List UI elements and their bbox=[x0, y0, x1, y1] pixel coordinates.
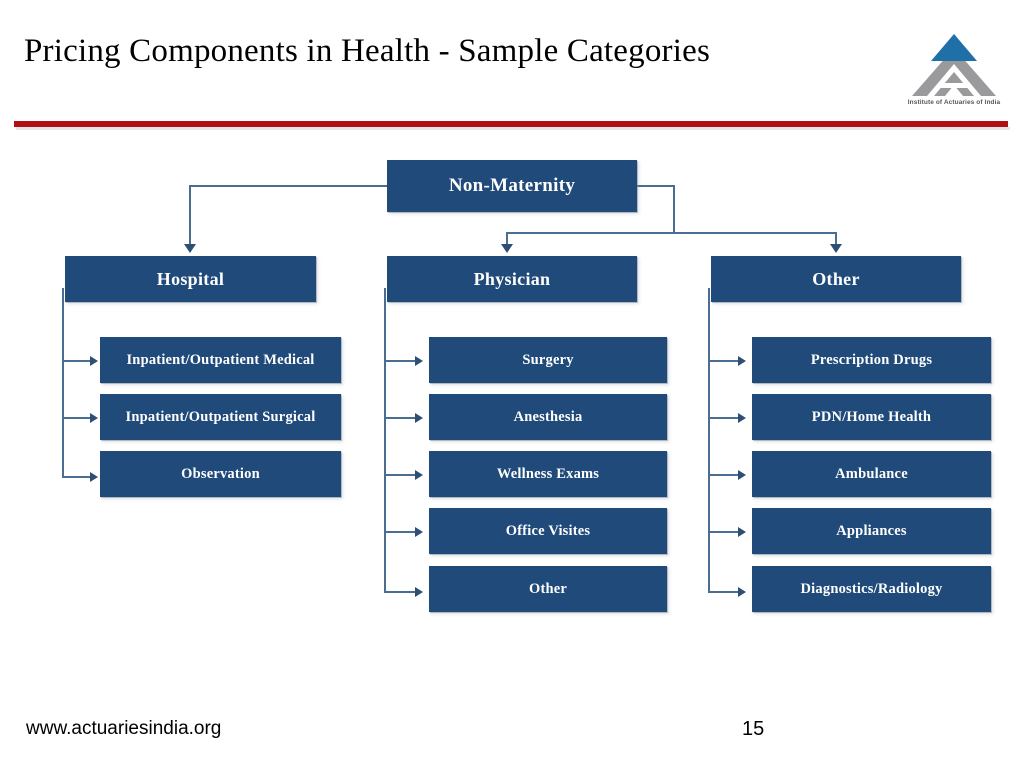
arrow-physician-child-1 bbox=[415, 356, 423, 366]
node-appliances[interactable]: Appliances bbox=[752, 508, 991, 554]
node-label: Surgery bbox=[522, 352, 574, 368]
node-surgery[interactable]: Surgery bbox=[429, 337, 667, 383]
page-title: Pricing Components in Health - Sample Ca… bbox=[24, 33, 710, 69]
footer-page-number: 15 bbox=[742, 718, 765, 740]
connector-root-right-drop bbox=[673, 185, 675, 233]
node-wellness-exams[interactable]: Wellness Exams bbox=[429, 451, 667, 497]
connector-root-to-hospital-vertical bbox=[189, 185, 191, 245]
connector-other-child-5 bbox=[708, 591, 740, 593]
arrow-physician-child-5 bbox=[415, 587, 423, 597]
node-label: Inpatient/Outpatient Medical bbox=[126, 352, 315, 368]
connector-physician-child-4 bbox=[384, 531, 417, 533]
arrow-hospital-child-3 bbox=[90, 472, 98, 482]
logo-triangle-icon bbox=[912, 34, 996, 96]
arrow-hospital-child-1 bbox=[90, 356, 98, 366]
arrow-other-child-4 bbox=[738, 527, 746, 537]
slide-canvas: Pricing Components in Health - Sample Ca… bbox=[0, 0, 1024, 768]
node-label: Office Visites bbox=[505, 523, 591, 539]
node-label: Appliances bbox=[836, 523, 907, 539]
node-label: Inpatient/Outpatient Surgical bbox=[125, 409, 316, 425]
node-physician-other[interactable]: Other bbox=[429, 566, 667, 612]
connector-root-right-stub bbox=[635, 185, 675, 187]
connector-other-spine bbox=[708, 288, 710, 593]
node-inpatient-outpatient-medical[interactable]: Inpatient/Outpatient Medical bbox=[100, 337, 341, 383]
node-ambulance[interactable]: Ambulance bbox=[752, 451, 991, 497]
connector-hospital-child-3 bbox=[62, 476, 92, 478]
node-label: Wellness Exams bbox=[496, 466, 600, 482]
node-label: PDN/Home Health bbox=[811, 409, 932, 425]
node-inpatient-outpatient-surgical[interactable]: Inpatient/Outpatient Surgical bbox=[100, 394, 341, 440]
node-anesthesia[interactable]: Anesthesia bbox=[429, 394, 667, 440]
arrow-root-to-physician bbox=[501, 244, 513, 253]
node-label: Ambulance bbox=[835, 466, 908, 482]
arrow-other-child-5 bbox=[738, 587, 746, 597]
connector-bus-horizontal bbox=[506, 232, 836, 234]
node-label: Prescription Drugs bbox=[810, 352, 933, 368]
node-non-maternity[interactable]: Non-Maternity bbox=[387, 160, 637, 212]
arrow-physician-child-3 bbox=[415, 470, 423, 480]
connector-physician-spine bbox=[384, 288, 386, 593]
connector-other-child-3 bbox=[708, 474, 740, 476]
arrow-root-to-other bbox=[830, 244, 842, 253]
node-observation[interactable]: Observation bbox=[100, 451, 341, 497]
title-accent-rule bbox=[14, 121, 1008, 127]
node-office-visites[interactable]: Office Visites bbox=[429, 508, 667, 554]
node-other[interactable]: Other bbox=[711, 256, 961, 302]
node-diagnostics-radiology[interactable]: Diagnostics/Radiology bbox=[752, 566, 991, 612]
node-label: Anesthesia bbox=[513, 409, 583, 425]
logo-caption: Institute of Actuaries of India bbox=[907, 99, 1001, 106]
node-prescription-drugs[interactable]: Prescription Drugs bbox=[752, 337, 991, 383]
arrow-physician-child-2 bbox=[415, 413, 423, 423]
node-pdn-home-health[interactable]: PDN/Home Health bbox=[752, 394, 991, 440]
arrow-other-child-3 bbox=[738, 470, 746, 480]
arrow-physician-child-4 bbox=[415, 527, 423, 537]
arrow-other-child-1 bbox=[738, 356, 746, 366]
title-rule-shadow bbox=[16, 127, 1010, 130]
connector-physician-child-5 bbox=[384, 591, 417, 593]
connector-root-to-hospital-horizontal bbox=[189, 185, 389, 187]
arrow-other-child-2 bbox=[738, 413, 746, 423]
connector-other-child-2 bbox=[708, 417, 740, 419]
connector-physician-child-2 bbox=[384, 417, 417, 419]
arrow-root-to-hospital bbox=[184, 244, 196, 253]
footer-website-url[interactable]: www.actuariesindia.org bbox=[26, 718, 221, 740]
connector-hospital-spine bbox=[62, 288, 64, 478]
node-label: Hospital bbox=[156, 268, 225, 289]
connector-physician-child-1 bbox=[384, 360, 417, 362]
node-physician[interactable]: Physician bbox=[387, 256, 637, 302]
node-label: Other bbox=[528, 581, 568, 597]
node-label: Other bbox=[812, 268, 860, 289]
connector-hospital-child-2 bbox=[62, 417, 92, 419]
node-hospital[interactable]: Hospital bbox=[65, 256, 316, 302]
arrow-hospital-child-2 bbox=[90, 413, 98, 423]
institute-of-actuaries-of-india-logo: Institute of Actuaries of India bbox=[898, 26, 1010, 114]
node-label: Observation bbox=[181, 466, 260, 482]
connector-physician-child-3 bbox=[384, 474, 417, 476]
connector-hospital-child-1 bbox=[62, 360, 92, 362]
node-label: Physician bbox=[473, 268, 551, 289]
node-label: Non-Maternity bbox=[448, 175, 576, 196]
connector-other-child-4 bbox=[708, 531, 740, 533]
connector-other-child-1 bbox=[708, 360, 740, 362]
node-label: Diagnostics/Radiology bbox=[800, 581, 943, 597]
